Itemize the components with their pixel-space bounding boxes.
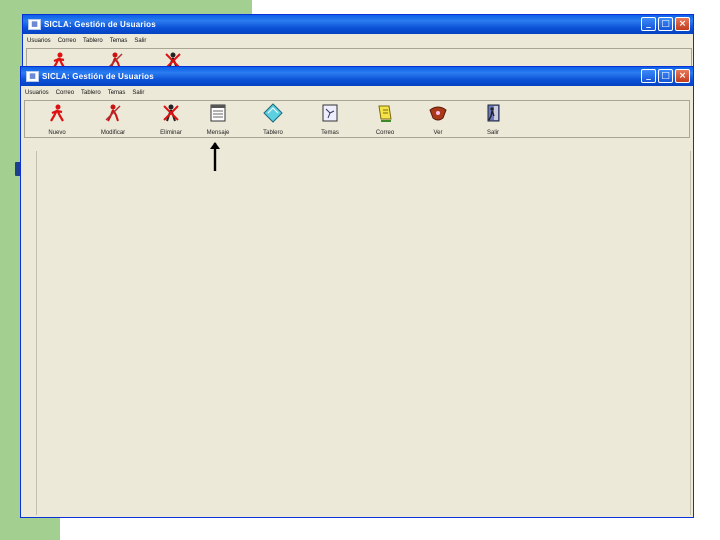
menu-correo[interactable]: Correo (58, 38, 76, 44)
caption-buttons: _ □ × (641, 69, 690, 83)
tool-ver[interactable]: Ver (416, 103, 460, 137)
message-icon (210, 104, 226, 122)
tool-label: Nuevo (48, 130, 66, 136)
tool-tablero[interactable]: Tablero (251, 103, 295, 137)
app-icon: ▦ (28, 19, 41, 30)
toolbar: Nuevo Modificar Eliminar Mensaje Tablero… (24, 100, 690, 138)
board-icon (263, 103, 283, 123)
menu-salir[interactable]: Salir (132, 90, 144, 96)
tool-label: Modificar (100, 130, 126, 136)
topics-icon (322, 104, 338, 122)
close-button[interactable]: × (675, 17, 690, 31)
tool-label: Mensaje (206, 130, 230, 136)
tool-temas[interactable]: Temas (308, 103, 352, 137)
modify-user-icon (105, 104, 121, 122)
tool-correo[interactable]: Correo (363, 103, 407, 137)
titlebar[interactable]: ▦ SICLA: Gestión de Usuarios _ □ × (23, 15, 693, 34)
menu-correo[interactable]: Correo (56, 90, 74, 96)
window-title: SICLA: Gestión de Usuarios (42, 72, 154, 81)
main-window: ▦ SICLA: Gestión de Usuarios _ □ × Usuar… (20, 66, 694, 518)
tool-label: Eliminar (160, 130, 182, 136)
tool-salir[interactable]: Salir (471, 103, 515, 137)
tool-nuevo[interactable]: Nuevo (35, 103, 79, 137)
minimize-button[interactable]: _ (641, 17, 656, 31)
delete-user-icon (163, 104, 179, 122)
maximize-button[interactable]: □ (658, 69, 673, 83)
tool-label: Ver (433, 130, 443, 136)
tool-eliminar[interactable]: Eliminar (149, 103, 193, 137)
tool-label: Salir (486, 130, 499, 136)
menu-salir[interactable]: Salir (134, 38, 146, 44)
menu-usuarios[interactable]: Usuarios (27, 38, 51, 44)
tool-label: Correo (375, 130, 395, 136)
caption-buttons: _ □ × (641, 17, 690, 31)
tool-label: Temas (321, 130, 339, 136)
menu-temas[interactable]: Temas (108, 90, 126, 96)
menubar: Usuarios Correo Tablero Temas Salir (23, 34, 693, 47)
content-area (36, 151, 691, 515)
back-window: ▦ SICLA: Gestión de Usuarios _ □ × Usuar… (22, 14, 694, 75)
menu-tablero[interactable]: Tablero (83, 38, 103, 44)
menu-tablero[interactable]: Tablero (81, 90, 101, 96)
menu-usuarios[interactable]: Usuarios (25, 90, 49, 96)
window-title: SICLA: Gestión de Usuarios (44, 20, 156, 29)
exit-icon (487, 104, 500, 122)
app-icon: ▦ (26, 71, 39, 82)
menubar: Usuarios Correo Tablero Temas Salir (21, 86, 693, 99)
view-icon (429, 106, 447, 121)
new-user-icon (50, 104, 64, 122)
mail-icon (378, 105, 392, 122)
tool-label: Tablero (263, 130, 283, 136)
up-arrow-annotation (210, 142, 220, 171)
minimize-button[interactable]: _ (641, 69, 656, 83)
tool-mensaje[interactable]: Mensaje (196, 103, 240, 137)
menu-temas[interactable]: Temas (110, 38, 128, 44)
maximize-button[interactable]: □ (658, 17, 673, 31)
tool-modificar[interactable]: Modificar (91, 103, 135, 137)
titlebar[interactable]: ▦ SICLA: Gestión de Usuarios _ □ × (21, 67, 693, 86)
close-button[interactable]: × (675, 69, 690, 83)
